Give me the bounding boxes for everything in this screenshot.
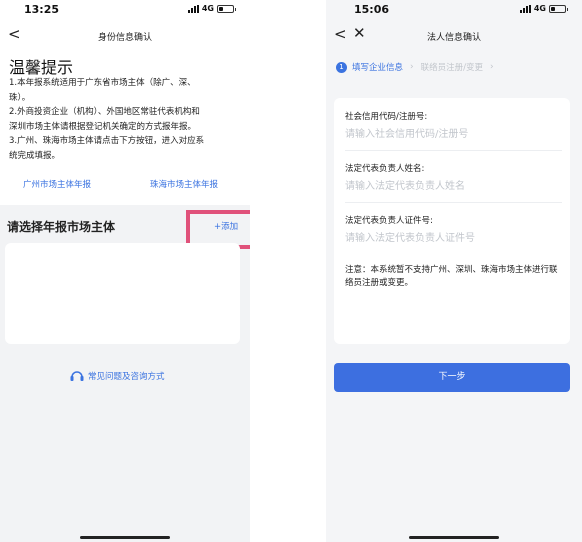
nav-bar: < 身份信息确认 bbox=[0, 24, 250, 48]
entity-section-title: 请选择年报市场主体 bbox=[7, 220, 116, 234]
next-step-button[interactable]: 下一步 bbox=[334, 363, 570, 392]
faq-label: 常见问题及咨询方式 bbox=[88, 372, 165, 382]
step-indicator: 1 填写企业信息 › 联络员注册/变更 › bbox=[336, 60, 582, 74]
tips-line: 1.本年报系统适用于广东省市场主体（除广、深、 bbox=[9, 78, 196, 88]
page-title: 法人信息确认 bbox=[426, 33, 481, 43]
tips-title: 温馨提示 bbox=[9, 58, 74, 77]
credit-code-label: 社会信用代码/注册号: bbox=[345, 112, 428, 122]
status-icons: 4G bbox=[519, 4, 568, 13]
divider bbox=[345, 202, 562, 203]
left-screen: 13:25 4G < 身份信息确认 温馨提示 1.本年报系统适用于广东省市场主体… bbox=[0, 0, 250, 542]
form-note: 注意：本系统暂不支持广州、深圳、珠海市场主体进行联络员注册或变更。 bbox=[345, 265, 558, 288]
step-1-label: 填写企业信息 bbox=[352, 63, 404, 73]
chevron-right-icon: › bbox=[410, 62, 414, 72]
status-time: 15:06 bbox=[354, 3, 390, 16]
legal-name-input[interactable]: 请输入法定代表负责人姓名 bbox=[345, 177, 562, 192]
battery-icon bbox=[217, 4, 236, 13]
credit-code-input[interactable]: 请输入社会信用代码/注册号 bbox=[345, 125, 562, 140]
legal-id-label: 法定代表负责人证件号: bbox=[345, 216, 433, 226]
faq-link[interactable]: 常见问题及咨询方式 bbox=[70, 370, 165, 382]
headset-icon bbox=[70, 371, 84, 381]
tips-line: 2.外商投资企业（机构）、外国地区常驻代表机构和 bbox=[9, 107, 200, 117]
divider bbox=[345, 150, 562, 151]
home-indicator bbox=[409, 536, 499, 539]
zhuhai-report-link[interactable]: 珠海市场主体年报 bbox=[150, 178, 218, 190]
right-screen: 15:06 4G < ✕ 法人信息确认 1 填写企业信息 › 联络员注册/变更 … bbox=[326, 0, 582, 542]
signal-icon bbox=[187, 4, 199, 13]
home-indicator bbox=[80, 536, 170, 539]
legal-person-form: 社会信用代码/注册号: 请输入社会信用代码/注册号 法定代表负责人姓名: 请输入… bbox=[334, 98, 570, 344]
page-title: 身份信息确认 bbox=[97, 33, 152, 43]
entity-list-card bbox=[5, 243, 240, 344]
legal-id-input[interactable]: 请输入法定代表负责人证件号 bbox=[345, 229, 562, 244]
tips-line: 深圳市场主体请根据登记机关确定的方式报年报。 bbox=[9, 121, 197, 132]
status-time: 13:25 bbox=[24, 3, 60, 16]
tips-line: 3.广州、珠海市场主体请点击下方按钮，进入对应系 bbox=[9, 136, 205, 146]
legal-name-field: 法定代表负责人姓名: 请输入法定代表负责人姓名 bbox=[345, 162, 562, 203]
guangzhou-report-link[interactable]: 广州市场主体年报 bbox=[23, 178, 91, 190]
status-icons: 4G bbox=[187, 4, 236, 13]
chevron-right-icon: › bbox=[490, 62, 494, 72]
status-bar: 15:06 4G bbox=[326, 0, 582, 22]
step-number: 1 bbox=[336, 61, 347, 73]
tips-line: 珠）。 bbox=[9, 92, 31, 103]
status-bar: 13:25 4G bbox=[0, 0, 250, 22]
legal-name-label: 法定代表负责人姓名: bbox=[345, 164, 425, 174]
tips-line: 统完成填报。 bbox=[9, 150, 61, 161]
nav-bar: < ✕ 法人信息确认 bbox=[326, 24, 582, 48]
signal-icon bbox=[519, 4, 531, 13]
network-label: 4G bbox=[201, 4, 214, 13]
battery-icon bbox=[549, 4, 568, 13]
tips-text: 1.本年报系统适用于广东省市场主体（除广、深、 珠）。 2.外商投资企业（机构）… bbox=[9, 76, 243, 163]
step-2-label: 联络员注册/变更 bbox=[420, 63, 483, 73]
legal-id-field: 法定代表负责人证件号: 请输入法定代表负责人证件号 bbox=[345, 214, 562, 244]
credit-code-field: 社会信用代码/注册号: 请输入社会信用代码/注册号 bbox=[345, 110, 562, 151]
network-label: 4G bbox=[533, 4, 546, 13]
